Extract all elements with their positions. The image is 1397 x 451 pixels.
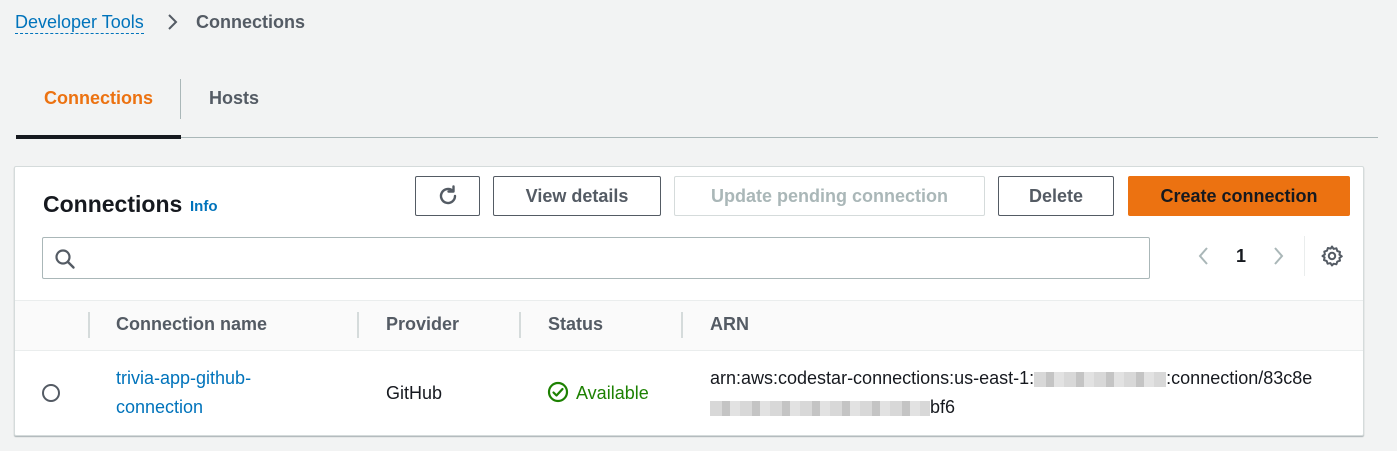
next-page-icon[interactable] <box>1268 245 1288 267</box>
arn-cell: arn:aws:codestar-connections:us-east-1::… <box>710 364 1350 422</box>
panel-title: Connections <box>43 191 183 217</box>
arn-mid: :connection/83c8e <box>1166 368 1313 388</box>
redacted-account-id <box>1034 371 1167 387</box>
arn-prefix: arn:aws:codestar-connections:us-east-1: <box>710 368 1035 388</box>
column-header-arn: ARN <box>710 314 749 334</box>
tab-underline <box>16 137 1378 138</box>
breadcrumb-developer-tools[interactable]: Developer Tools <box>15 11 144 34</box>
provider-cell: GitHub <box>386 383 443 403</box>
update-pending-connection-button[interactable]: Update pending connection <box>674 176 985 216</box>
status-cell: Available <box>576 383 649 403</box>
arn-suffix: bf6 <box>930 397 956 417</box>
previous-page-icon[interactable] <box>1194 245 1214 267</box>
column-header-provider: Provider <box>386 314 460 334</box>
tab-hosts[interactable]: Hosts <box>209 87 259 109</box>
search-input[interactable] <box>84 242 1144 274</box>
gear-icon[interactable] <box>1320 244 1344 268</box>
refresh-button[interactable] <box>415 176 480 216</box>
tab-connections[interactable]: Connections <box>44 87 153 109</box>
column-separator <box>88 312 90 338</box>
page-number[interactable]: 1 <box>1236 246 1246 267</box>
info-link[interactable]: Info <box>190 198 218 215</box>
column-header-connection-name: Connection name <box>116 314 268 334</box>
column-separator[interactable] <box>357 312 359 338</box>
tab-divider <box>180 79 181 119</box>
row-select-radio[interactable] <box>42 384 60 402</box>
redacted-connection-id <box>710 400 930 416</box>
refresh-icon <box>439 185 456 205</box>
search-icon <box>55 249 75 269</box>
delete-button[interactable]: Delete <box>998 176 1114 216</box>
connection-name-link[interactable]: trivia-app-github-connection <box>116 364 316 422</box>
column-header-status: Status <box>548 314 604 334</box>
chevron-right-icon <box>168 14 178 30</box>
column-separator[interactable] <box>681 312 683 338</box>
breadcrumb-current: Connections <box>196 12 306 32</box>
tab-active-indicator <box>16 135 181 139</box>
column-separator[interactable] <box>519 312 521 338</box>
view-details-button[interactable]: View details <box>493 176 661 216</box>
create-connection-button[interactable]: Create connection <box>1128 176 1350 216</box>
pagination-divider <box>1304 236 1305 276</box>
check-circle-icon <box>547 381 569 403</box>
